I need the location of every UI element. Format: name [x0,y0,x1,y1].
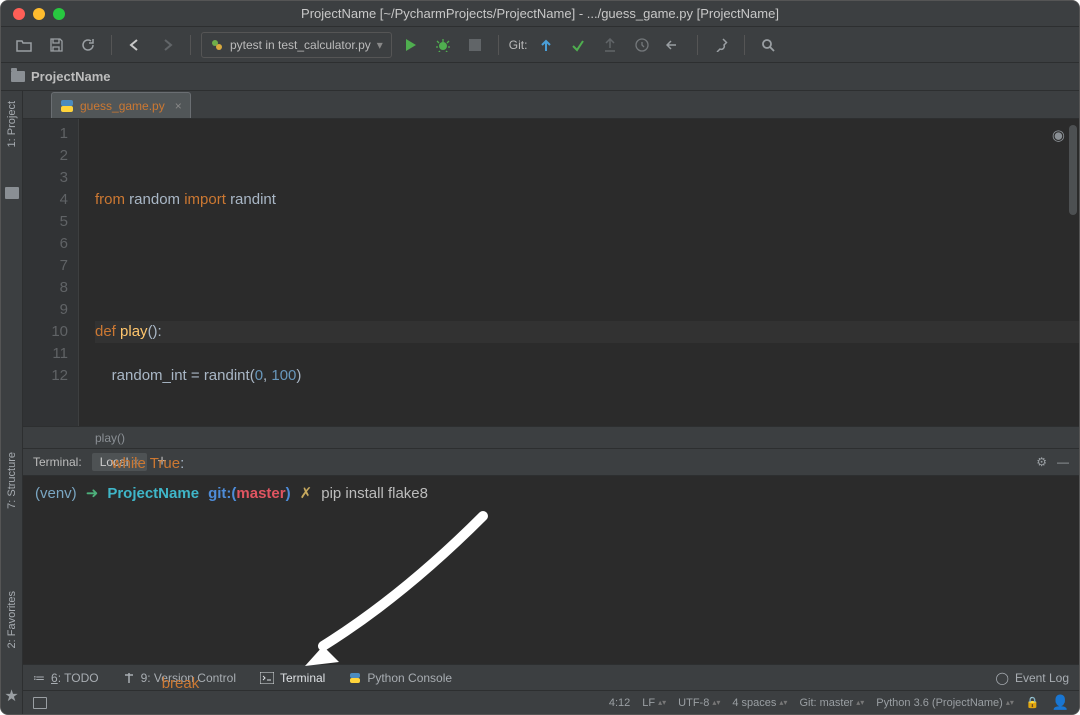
terminal-title: Terminal: [33,455,82,469]
favorites-tool-tab[interactable]: 2: Favorites [6,587,18,652]
editor-tabs: guess_game.py × [23,91,1079,119]
file-tab[interactable]: guess_game.py × [51,92,191,118]
left-tool-stripe: 1: Project 7: Structure 2: Favorites ★ [1,91,23,714]
search-icon[interactable] [755,32,781,58]
code-area[interactable]: ◉ from random import randint def play():… [79,119,1079,426]
vcs-push-icon[interactable] [597,32,623,58]
project-name[interactable]: ProjectName [31,69,110,84]
pytest-icon [210,38,224,52]
maximize-window-button[interactable] [53,8,65,20]
terminal-panel[interactable]: (venv) ➜ ProjectName git:(master) ✗ pip … [23,476,1079,664]
python-file-icon [60,99,74,113]
navigation-bar: ProjectName [1,63,1079,91]
vcs-update-icon[interactable] [533,32,559,58]
code-editor[interactable]: 123 456 789 101112 ◉ from random import … [23,119,1079,426]
settings-icon[interactable] [708,32,734,58]
file-tab-label: guess_game.py [80,99,165,113]
folder-icon [11,71,25,82]
folder-icon [5,187,19,199]
run-icon[interactable] [398,32,424,58]
forward-icon[interactable] [154,32,180,58]
structure-tool-tab[interactable]: 7: Structure [6,448,18,513]
history-icon[interactable] [629,32,655,58]
window-controls [13,8,65,20]
debug-icon[interactable] [430,32,456,58]
inspections-eye-icon[interactable]: ◉ [1052,125,1065,147]
main-toolbar: pytest in test_calculator.py ▾ Git: [1,27,1079,63]
refresh-icon[interactable] [75,32,101,58]
editor-scrollbar[interactable] [1069,125,1077,215]
project-tool-tab[interactable]: 1: Project [6,97,18,151]
run-config-label: pytest in test_calculator.py [230,38,371,52]
todo-tool-tab[interactable]: ≔6: TODO [33,671,99,685]
titlebar: ProjectName [~/PycharmProjects/ProjectNa… [1,1,1079,27]
stop-icon[interactable] [462,32,488,58]
undo-icon[interactable] [661,32,687,58]
run-config-selector[interactable]: pytest in test_calculator.py ▾ [201,32,392,58]
close-window-button[interactable] [13,8,25,20]
close-tab-icon[interactable]: × [175,99,182,113]
minimize-window-button[interactable] [33,8,45,20]
save-icon[interactable] [43,32,69,58]
vcs-commit-icon[interactable] [565,32,591,58]
back-icon[interactable] [122,32,148,58]
annotation-arrow [283,506,503,666]
chevron-down-icon: ▾ [377,38,383,52]
line-gutter: 123 456 789 101112 [23,119,79,426]
tool-windows-icon[interactable] [33,697,47,709]
open-icon[interactable] [11,32,37,58]
git-label: Git: [509,38,528,52]
window-title: ProjectName [~/PycharmProjects/ProjectNa… [1,6,1079,21]
